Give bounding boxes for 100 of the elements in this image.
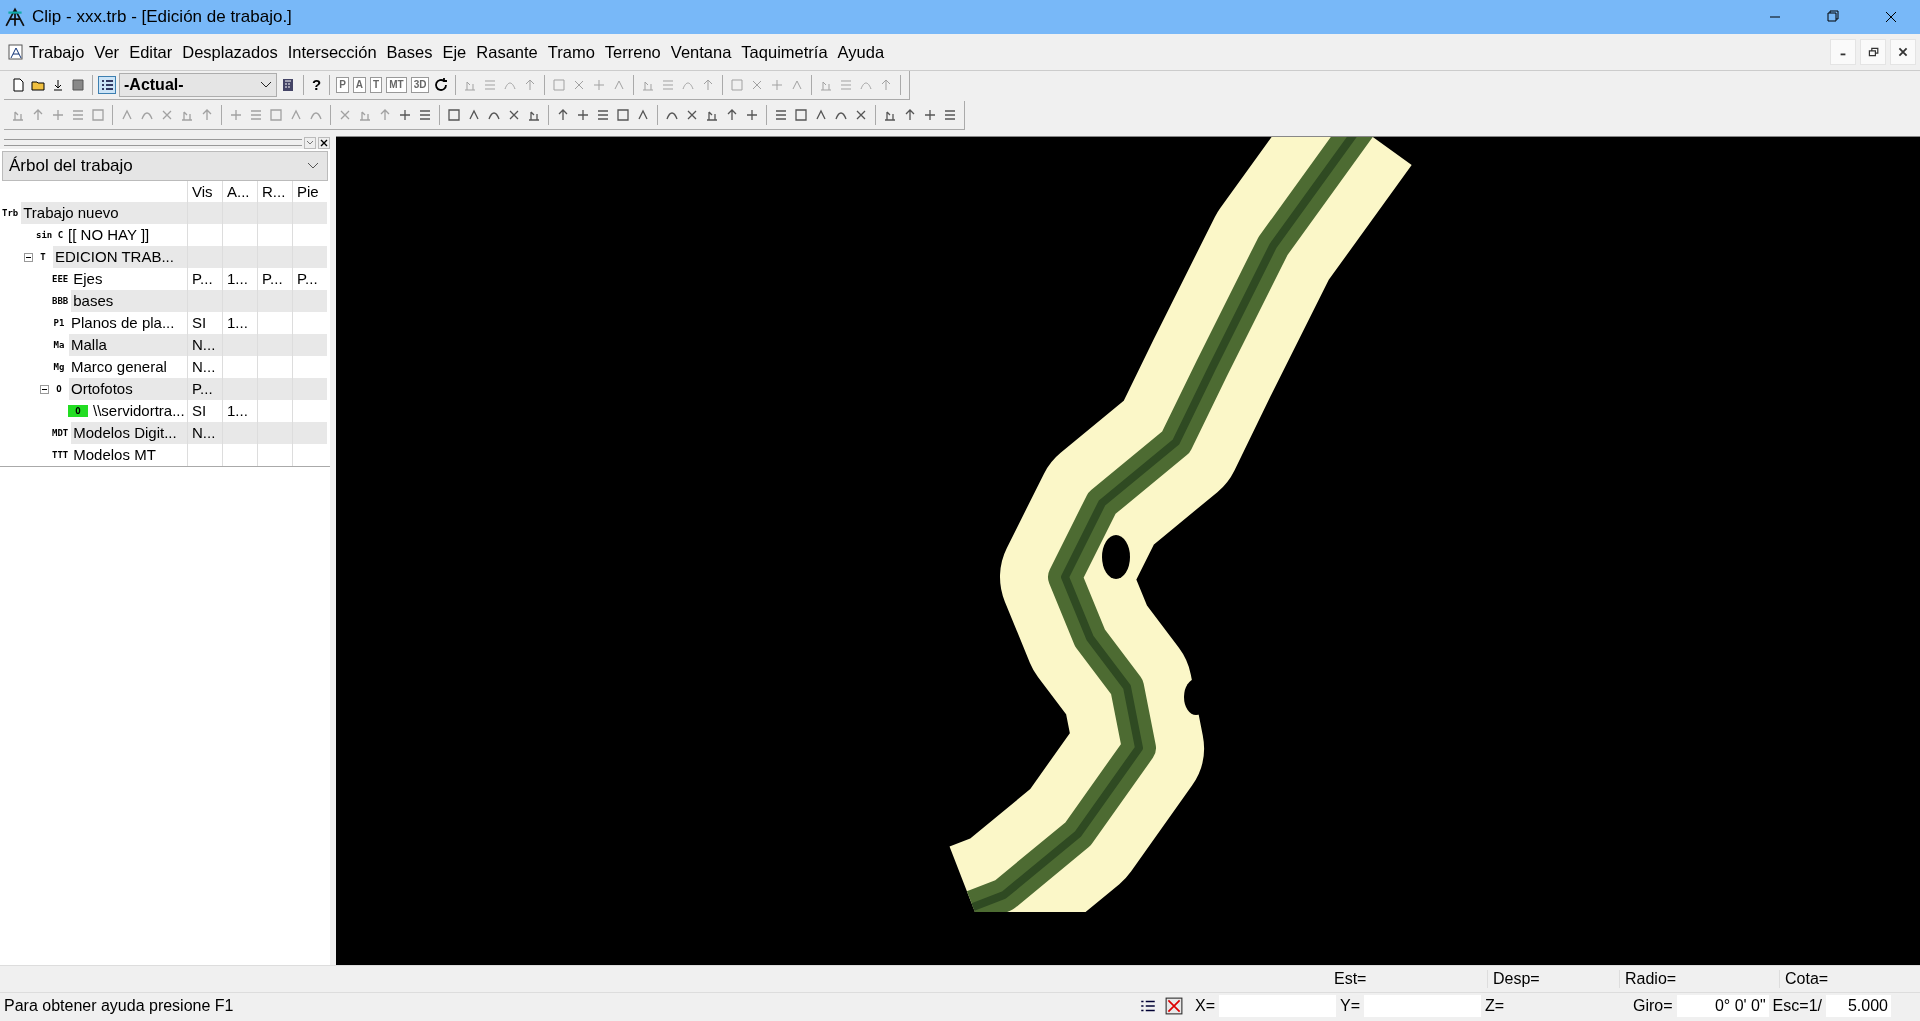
node-type-label: O [68, 405, 88, 417]
menu-item[interactable]: Rasante [471, 42, 543, 62]
node-type-label: O [55, 383, 63, 395]
table-cell [222, 378, 257, 400]
tool-icon[interactable] [446, 107, 462, 123]
node-type-label: TTT [52, 449, 69, 461]
menu-item[interactable]: Taquimetría [736, 42, 833, 62]
node-type-label: Trb [2, 207, 19, 219]
toolbar-button[interactable]: P [336, 77, 349, 93]
giro-field: 0° 0' 0" [1676, 995, 1769, 1017]
tool-icon[interactable] [942, 107, 958, 123]
menu-item[interactable]: Ayuda [832, 42, 890, 62]
tree-item[interactable]: [[ NO HAY ]] [66, 224, 187, 246]
node-type-label: BBB [52, 295, 69, 307]
collapse-toggle[interactable] [24, 252, 33, 262]
x-label: X= [1194, 997, 1216, 1015]
table-cell [222, 290, 257, 312]
table-cell [222, 246, 257, 268]
tool-icon[interactable] [595, 107, 611, 123]
menu-item[interactable]: Intersección [282, 42, 382, 62]
tool-icon[interactable] [397, 107, 413, 123]
toolbar-button[interactable]: T [370, 77, 383, 93]
tree-item[interactable]: Malla [69, 334, 187, 356]
status-label: Est= [1333, 970, 1368, 988]
new-file-icon[interactable] [10, 77, 26, 93]
menu-item[interactable]: Tramo [542, 42, 600, 62]
view-dropdown[interactable]: -Actual- [119, 73, 277, 97]
node-type-label: MDT [52, 427, 69, 439]
table-cell [257, 334, 292, 356]
dropdown-icon[interactable] [304, 136, 316, 149]
table-cell [292, 378, 327, 400]
list-icon[interactable] [99, 77, 115, 93]
menu-item[interactable]: Trabajo [24, 42, 90, 62]
tree-item[interactable]: Ejes [71, 268, 187, 290]
table-cell [257, 202, 292, 224]
table-cell [292, 422, 327, 444]
tree-view-dropdown[interactable]: Árbol del trabajo [2, 151, 328, 181]
table-cell [257, 290, 292, 312]
chevron-down-icon[interactable] [307, 162, 319, 170]
menu-item[interactable]: Ver [89, 42, 125, 62]
tool-icon[interactable] [744, 107, 760, 123]
table-cell: N... [187, 422, 222, 444]
tool-icon[interactable] [575, 107, 591, 123]
toolbar-button[interactable]: 3D [410, 77, 430, 93]
document-logo-icon[interactable] [8, 44, 24, 60]
menu-item[interactable]: Desplazados [177, 42, 283, 62]
node-type-label: T [39, 251, 47, 263]
table-cell [292, 290, 327, 312]
status-label: Desp= [1487, 970, 1619, 988]
restore-icon[interactable] [1860, 39, 1886, 65]
tree-item[interactable]: Marco general [69, 356, 187, 378]
app-logo-icon [4, 6, 26, 28]
node-type-label: sin C [36, 229, 64, 241]
table-cell [187, 290, 222, 312]
menu-item[interactable]: Bases [381, 42, 438, 62]
toolbar-button[interactable]: A [352, 77, 367, 93]
collapse-toggle[interactable] [40, 384, 49, 394]
table-cell [187, 202, 222, 224]
table-cell [292, 334, 327, 356]
table-cell [187, 246, 222, 268]
refresh-icon[interactable] [433, 77, 450, 93]
scale-label: Esc=1/ [1771, 997, 1823, 1015]
help-button[interactable]: ? [310, 78, 324, 92]
node-type-label: EEE [52, 273, 69, 285]
tree-item[interactable]: Modelos MT [71, 444, 187, 466]
status-text: Para obtener ayuda presione F1 [3, 997, 235, 1015]
table-cell [222, 202, 257, 224]
tool-icon[interactable] [793, 107, 809, 123]
tool-icon[interactable] [615, 107, 631, 123]
menu-item[interactable]: Ventana [665, 42, 737, 62]
tool-icon[interactable] [922, 107, 938, 123]
table-cell [222, 422, 257, 444]
menu-item[interactable]: Terreno [599, 42, 666, 62]
table-cell [257, 422, 292, 444]
window-title: Clip - xxx.trb - [Edición de trabajo.] [32, 7, 292, 27]
status-label: Cota= [1779, 970, 1919, 988]
table-cell [292, 202, 327, 224]
chevron-down-icon[interactable] [260, 81, 272, 89]
tree-item[interactable]: Trabajo nuevo [21, 202, 187, 224]
table-cell [292, 246, 327, 268]
toolbar-button[interactable]: MT [386, 77, 407, 93]
tree-item[interactable]: EDICION TRAB... [53, 246, 187, 268]
tool-icon[interactable] [417, 107, 433, 123]
tree-item[interactable]: Modelos Digit... [71, 422, 187, 444]
menu-item[interactable]: Eje [437, 42, 472, 62]
save-icon[interactable] [70, 77, 86, 93]
tree-item[interactable]: Planos de pla... [69, 312, 187, 334]
table-cell [222, 334, 257, 356]
table-cell [257, 246, 292, 268]
menu-item[interactable]: Editar [124, 42, 178, 62]
tool-icon[interactable] [773, 107, 789, 123]
node-type-label: Mg [52, 361, 66, 373]
tree-item[interactable]: Ortofotos [69, 378, 187, 400]
table-cell: N... [187, 334, 222, 356]
close-icon[interactable] [318, 136, 330, 149]
y-label: Y= [1339, 997, 1362, 1015]
grip-handle[interactable] [4, 139, 302, 146]
tree-item[interactable]: bases [71, 290, 187, 312]
node-type-label: P1 [52, 317, 66, 329]
tree-item[interactable]: \\servidortra... [91, 400, 187, 422]
